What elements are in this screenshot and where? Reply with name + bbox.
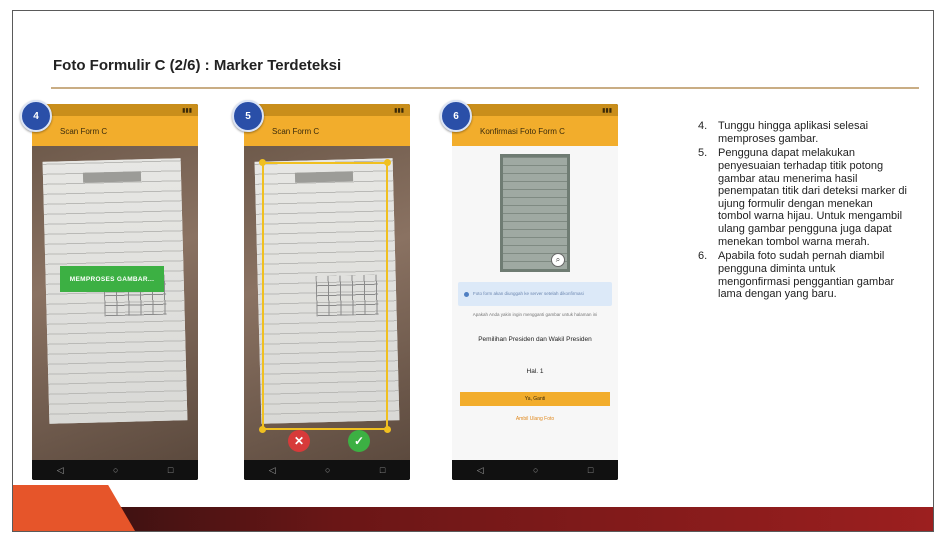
slide-title: Foto Formulir C (2/6) : Marker Terdeteks… (53, 57, 342, 74)
camera-preview: ✕ ✓ (244, 146, 410, 460)
nav-back-icon[interactable]: ◁ (477, 465, 484, 476)
form-photo-thumbnail[interactable]: ⌕ (500, 154, 570, 272)
nav-recent-icon[interactable]: □ (380, 465, 385, 475)
nav-home-icon[interactable]: ○ (113, 465, 118, 475)
instruction-number: 6. (698, 250, 708, 263)
nav-home-icon[interactable]: ○ (533, 465, 538, 475)
instruction-item: 4. Tunggu hingga aplikasi selesai mempro… (698, 120, 908, 145)
info-banner: Foto form akan diunggah ke server setela… (458, 282, 612, 306)
title-divider (51, 87, 919, 89)
close-icon: ✕ (293, 434, 305, 448)
nav-recent-icon[interactable]: □ (168, 465, 173, 475)
crop-frame[interactable] (259, 159, 391, 433)
phone-screen-4: ••▮▮▮ Scan Form C MEMPROSES GAMBAR... ◁ … (32, 104, 198, 480)
instruction-item: 6. Apabila foto sudah pernah diambil pen… (698, 250, 908, 301)
system-nav-bar: ◁ ○ □ (32, 460, 198, 480)
instruction-number: 5. (698, 147, 708, 160)
processing-toast: MEMPROSES GAMBAR... (60, 266, 164, 292)
info-text: Foto form akan diunggah ke server setela… (473, 291, 584, 297)
camera-preview: MEMPROSES GAMBAR... (32, 146, 198, 460)
system-nav-bar: ◁ ○ □ (452, 460, 618, 480)
instruction-number: 4. (698, 120, 708, 132)
instruction-item: 5. Pengguna dapat melakukan penyesuaian … (698, 147, 908, 248)
crop-handle-bottom-right[interactable] (384, 426, 391, 433)
crop-handle-top-right[interactable] (384, 159, 391, 166)
check-icon: ✓ (353, 434, 365, 448)
retake-photo-link[interactable]: Ambil Ulang Foto (460, 416, 610, 422)
status-bar: ••▮▮▮ (452, 104, 618, 116)
instruction-text: Apabila foto sudah pernah diambil penggu… (718, 250, 895, 301)
magnifier-icon[interactable]: ⌕ (551, 253, 565, 267)
nav-recent-icon[interactable]: □ (588, 465, 593, 475)
footer-bar (13, 507, 933, 531)
app-title: Scan Form C (60, 126, 108, 136)
confirm-content: ⌕ Foto form akan diunggah ke server sete… (452, 146, 618, 460)
confirm-prompt: Apakah Anda yakin ingin mengganti gambar… (472, 312, 598, 317)
page-number: Hal. 1 (526, 368, 544, 375)
system-nav-bar: ◁ ○ □ (244, 460, 410, 480)
instruction-text: Pengguna dapat melakukan penyesuaian ter… (718, 147, 907, 248)
app-title: Konfirmasi Foto Form C (480, 126, 565, 136)
step-badge-5: 5 (232, 100, 264, 132)
step-badge-4: 4 (20, 100, 52, 132)
status-bar: ••▮▮▮ (32, 104, 198, 116)
nav-back-icon[interactable]: ◁ (269, 465, 276, 476)
crop-handle-top-left[interactable] (259, 159, 266, 166)
instruction-text: Tunggu hingga aplikasi selesai memproses… (718, 120, 869, 145)
phone-screen-5: ••▮▮▮ Scan Form C ✕ ✓ ◁ ○ □ (244, 104, 410, 480)
crop-handle-bottom-left[interactable] (259, 426, 266, 433)
app-bar: Scan Form C (32, 116, 198, 146)
retake-button[interactable]: ✕ (288, 430, 310, 452)
app-title: Scan Form C (272, 126, 320, 136)
nav-back-icon[interactable]: ◁ (57, 465, 64, 476)
status-bar: ••▮▮▮ (244, 104, 410, 116)
confirm-replace-button[interactable]: Ya, Ganti (460, 392, 610, 406)
footer-accent (13, 485, 135, 531)
instruction-list: 4. Tunggu hingga aplikasi selesai mempro… (698, 120, 908, 303)
accept-button[interactable]: ✓ (348, 430, 370, 452)
nav-home-icon[interactable]: ○ (325, 465, 330, 475)
step-badge-6: 6 (440, 100, 472, 132)
info-icon (464, 291, 469, 297)
app-bar: Scan Form C (244, 116, 410, 146)
phone-screen-6: ••▮▮▮ Konfirmasi Foto Form C ⌕ Foto form… (452, 104, 618, 480)
election-name: Pemilihan Presiden dan Wakil Presiden (478, 336, 592, 343)
app-bar: Konfirmasi Foto Form C (452, 116, 618, 146)
